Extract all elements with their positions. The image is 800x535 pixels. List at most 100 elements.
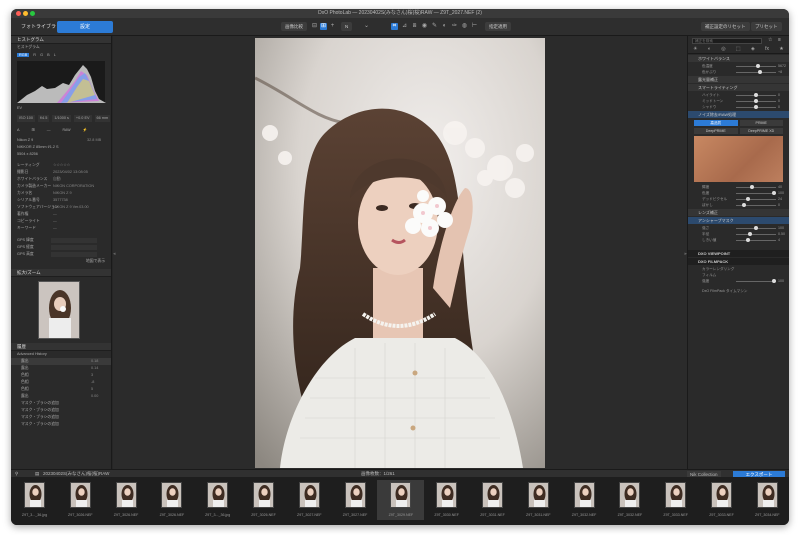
lens-section-header[interactable]: レンズ補正 — [688, 209, 789, 216]
denoise-deepprimexd-option[interactable]: DeepPRIME XD — [739, 128, 783, 134]
slider-track[interactable] — [736, 99, 776, 103]
slider-knob[interactable] — [746, 238, 750, 242]
correction-section-header[interactable]: ノイズ除去/RAW処理 — [688, 111, 789, 118]
slider-track[interactable] — [736, 238, 776, 242]
slider-knob[interactable] — [754, 93, 758, 97]
camera-mode-icon[interactable]: A — [17, 127, 20, 134]
preset-button[interactable]: プリセット — [751, 22, 782, 31]
gps-lat-field[interactable] — [51, 238, 97, 243]
denoise-hq-option[interactable]: 高品質 — [694, 120, 738, 126]
history-item[interactable]: 色相 5 — [11, 386, 111, 393]
viewpoint-header[interactable]: DXO VIEWPOINT — [688, 250, 789, 257]
filmstrip-thumbnail[interactable]: Z9T_3034.NEF — [744, 480, 789, 520]
history-item[interactable]: 色相 -8 — [11, 379, 111, 386]
grid-icon[interactable]: ⊞ — [32, 127, 35, 134]
slider-track[interactable] — [736, 226, 776, 230]
filmstrip-thumbnail[interactable]: Z9T_3..._36.jpg — [11, 480, 58, 520]
redeye-icon[interactable]: ◉ — [421, 23, 428, 30]
slider-track[interactable] — [736, 232, 776, 236]
correction-section-header[interactable]: 露光量補正 — [688, 76, 789, 83]
slider-value[interactable]: 4 — [778, 237, 780, 243]
perspective-icon[interactable]: ⧈ — [411, 23, 418, 30]
collapse-left-icon[interactable]: ◂ — [113, 251, 116, 257]
history-item[interactable]: 露出 0.00 — [11, 393, 111, 400]
compare-button[interactable]: 画像比較 — [281, 22, 307, 31]
star-filter-icon[interactable]: ☆ — [768, 37, 772, 43]
denoise-prime-option[interactable]: PRIME — [739, 120, 783, 126]
ruler-icon[interactable]: ⊢ — [471, 23, 478, 30]
flash-icon[interactable]: ⚡ — [83, 127, 88, 134]
filmstrip-thumbnail[interactable]: Z9T_3026.NEF — [240, 480, 287, 520]
slider-track[interactable] — [736, 93, 776, 97]
history-item[interactable]: 色相 3 — [11, 372, 111, 379]
channel-r[interactable]: R — [33, 53, 36, 57]
correction-search-input[interactable] — [692, 38, 762, 44]
filmstrip-thumbnail[interactable]: Z9T_3..._36.jpg — [194, 480, 241, 520]
channel-rgb[interactable]: RGB — [17, 53, 30, 57]
repair-icon[interactable]: ✎ — [431, 23, 438, 30]
slider-knob[interactable] — [746, 197, 750, 201]
filmstrip-thumbnail[interactable]: Z9T_3032.NEF — [606, 480, 653, 520]
chevron-down-icon[interactable]: ⌄ — [363, 23, 370, 30]
plus-icon[interactable]: + — [329, 23, 336, 30]
channel-b[interactable]: B — [47, 53, 50, 57]
close-window-button[interactable] — [16, 11, 21, 16]
slider-knob[interactable] — [772, 279, 776, 283]
crop-icon[interactable]: ⌗ — [391, 23, 398, 30]
slider-knob[interactable] — [772, 191, 776, 195]
slider-track[interactable] — [736, 64, 776, 68]
fit-icon[interactable]: ⊞ — [320, 23, 327, 30]
filmstrip-thumbnail[interactable]: Z9T_3032.NEF — [561, 480, 608, 520]
slider-knob[interactable] — [748, 232, 752, 236]
histogram-header[interactable]: ヒストグラム — [11, 36, 111, 44]
channel-g[interactable]: G — [40, 53, 43, 57]
local-adjust-icon[interactable]: ◐ — [441, 23, 448, 30]
correction-section-header[interactable]: ホワイトバランス — [688, 55, 789, 62]
slider-value[interactable]: +8 — [778, 69, 782, 75]
slider-track[interactable] — [736, 70, 776, 74]
color-icon[interactable]: ◐ — [708, 45, 711, 53]
split-view-icon[interactable]: ⊟ — [311, 23, 318, 30]
image-viewer[interactable]: ◂ ▸ — [113, 36, 687, 469]
zoom-select[interactable]: N — [341, 22, 353, 31]
channel-l[interactable]: L — [54, 53, 56, 57]
filmstrip-thumbnail[interactable]: Z9T_3031.NEF — [469, 480, 516, 520]
history-header[interactable]: 履歴 — [11, 343, 111, 351]
filmstrip-thumbnail[interactable]: Z9T_3026.NEF — [57, 480, 104, 520]
gps-lon-field[interactable] — [51, 245, 97, 250]
gps-alt-field[interactable] — [51, 252, 97, 257]
loupe-header[interactable]: 拡大/ズーム — [11, 269, 111, 277]
slider-knob[interactable] — [750, 185, 754, 189]
slider-knob[interactable] — [754, 105, 758, 109]
slider-value[interactable]: 0 — [778, 202, 780, 208]
filmstrip-thumbnail[interactable]: Z9T_3027.NEF — [286, 480, 333, 520]
slider-track[interactable] — [736, 279, 776, 283]
history-item[interactable]: 露出 0.14 — [11, 365, 111, 372]
slider-knob[interactable] — [742, 203, 746, 207]
slider-knob[interactable] — [754, 226, 758, 230]
filmstrip-thumbnail[interactable]: Z9T_3033.NEF — [698, 480, 745, 520]
loupe-preview[interactable] — [38, 281, 80, 339]
slider-knob[interactable] — [758, 70, 762, 74]
denoise-deepprime-option[interactable]: DeepPRIME — [694, 128, 738, 134]
history-item[interactable]: マスク・ブラシの追加 — [11, 414, 111, 421]
filmstrip-thumbnail[interactable]: Z9T_3027.NEF — [332, 480, 379, 520]
slider-track[interactable] — [736, 185, 776, 189]
timemachine-row[interactable]: DxO FilmPack タイムマシン — [688, 288, 789, 294]
mask-icon[interactable]: ◍ — [461, 23, 468, 30]
apply-correction-button[interactable]: 指定適用 — [485, 22, 511, 31]
geometry-icon[interactable]: ⬚ — [736, 45, 741, 53]
history-item[interactable]: マスク・ブラシの追加 — [11, 407, 111, 414]
filmstrip-thumbnail[interactable]: Z9T_3029.NEF — [377, 480, 425, 520]
filmpack-header[interactable]: DXO FILMPACK — [688, 258, 789, 265]
sharpen-section-header[interactable]: アンシャープマスク — [688, 217, 789, 224]
history-item[interactable]: マスク・ブラシの追加 — [11, 400, 111, 407]
menu-icon[interactable]: ≡ — [778, 37, 781, 43]
slider-track[interactable] — [736, 191, 776, 195]
favorite-icon[interactable]: ★ — [779, 45, 783, 53]
horizon-icon[interactable]: ⊿ — [401, 23, 408, 30]
eyedropper-icon[interactable]: ✑ — [451, 23, 458, 30]
light-icon[interactable]: ☀ — [693, 45, 697, 53]
main-photo[interactable] — [255, 38, 545, 468]
slider-knob[interactable] — [756, 64, 760, 68]
